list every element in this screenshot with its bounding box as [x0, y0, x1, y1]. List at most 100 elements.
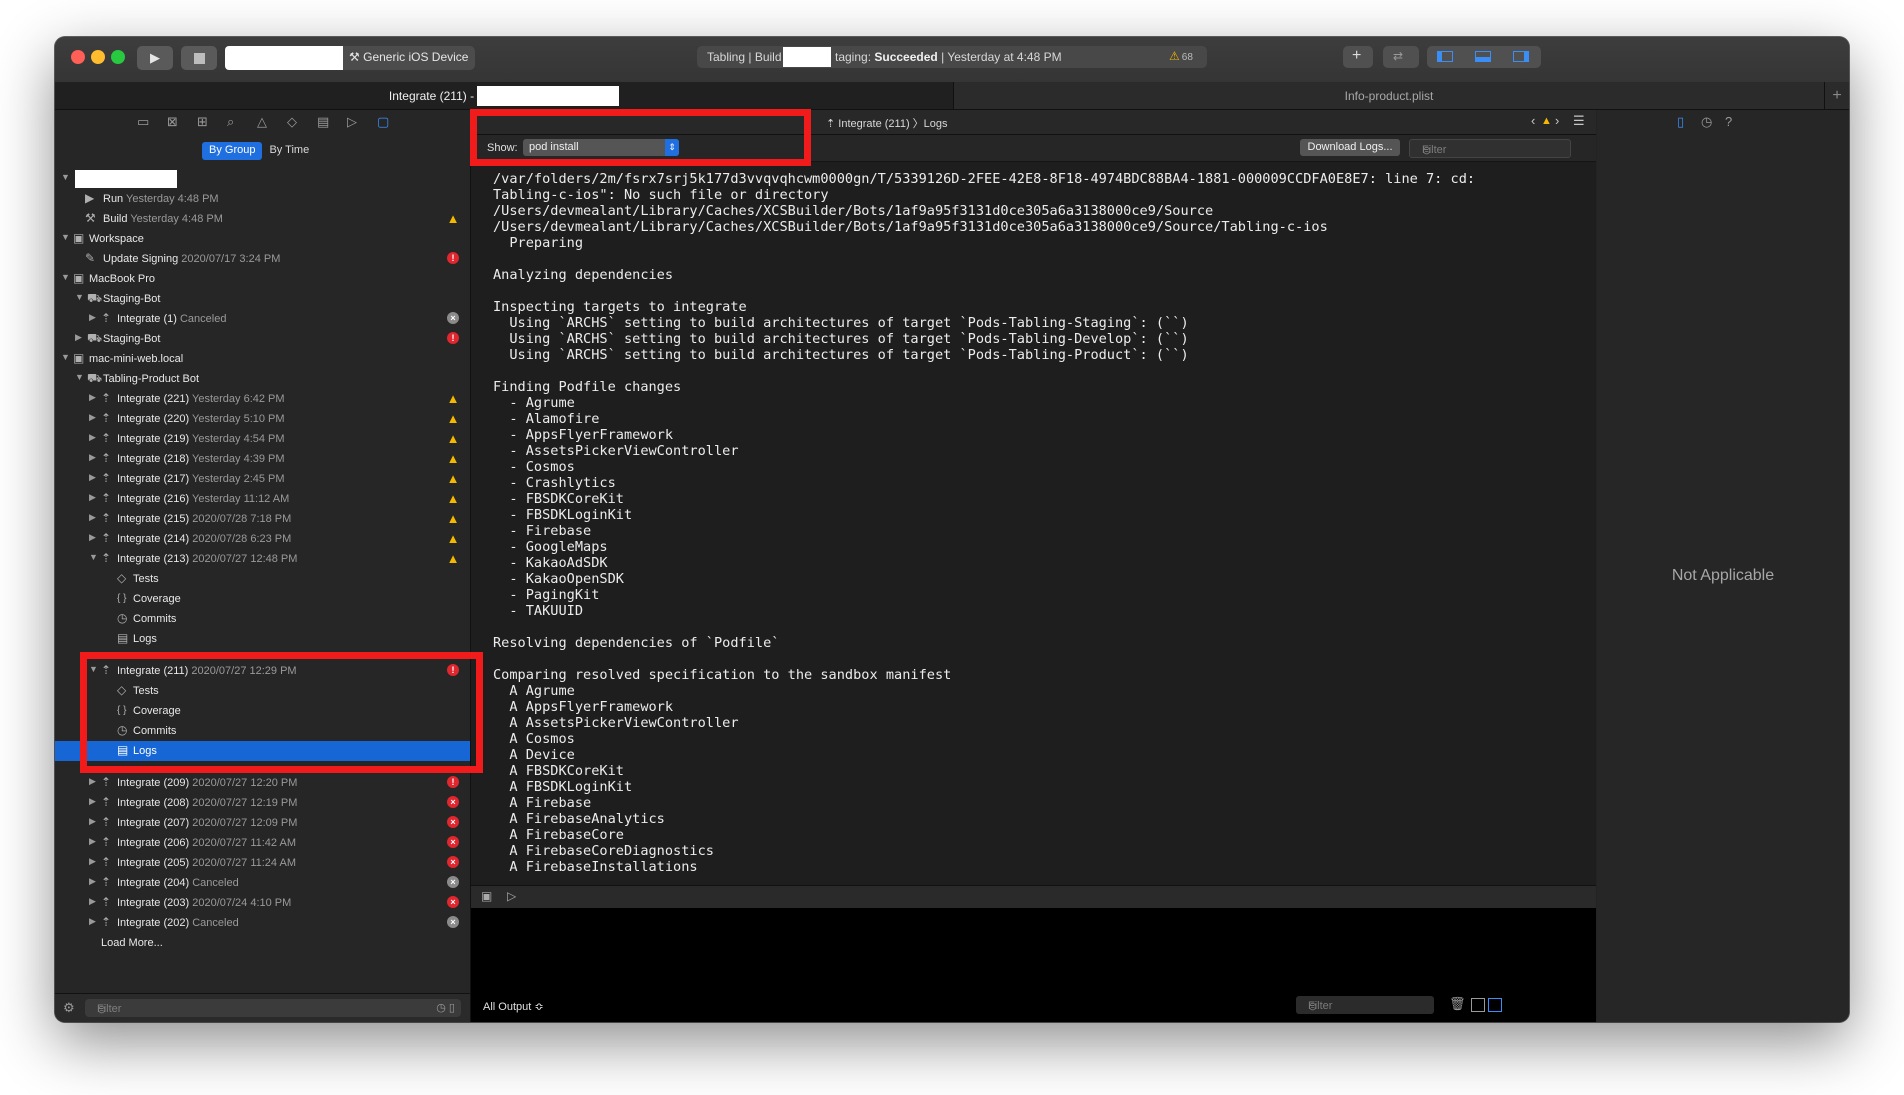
tree-item-integrate-215[interactable]: ▶ ⇡ Integrate (215) 2020/07/28 7:18 PM ▲ — [55, 509, 470, 529]
scheme-selector[interactable]: ⚒ Generic iOS Device — [225, 46, 475, 70]
run-button[interactable]: ▶ — [137, 46, 173, 70]
disclosure-closed-icon[interactable]: ▶ — [89, 392, 96, 403]
disclosure-open-icon[interactable]: ▼ — [61, 172, 70, 182]
chevron-right-icon[interactable]: › — [1555, 113, 1559, 128]
navigator-filter-input[interactable]: ⊜ Filter ◷ ▯ — [85, 999, 461, 1017]
breakpoints-toggle-icon[interactable]: ▷ — [507, 889, 516, 903]
recent-and-document-icons[interactable]: ◷ ▯ — [436, 1001, 455, 1014]
report-icon[interactable]: ▢ — [377, 114, 389, 130]
chevron-left-icon[interactable]: ‹ — [1531, 113, 1535, 128]
tree-item-logs[interactable]: ▤ Logs — [55, 629, 470, 649]
tree-item-update-signing[interactable]: ✎ Update Signing 2020/07/17 3:24 PM ! — [55, 249, 470, 269]
breadcrumb[interactable]: ⇡ Integrate (211) 〉Logs — [826, 115, 948, 131]
warning-icon[interactable]: ▲ — [1541, 115, 1552, 127]
tree-item-integrate-203[interactable]: ▶ ⇡ Integrate (203) 2020/07/24 4:10 PM × — [55, 893, 470, 913]
tab-integrate-211[interactable]: Integrate (211) - — [55, 82, 954, 109]
disclosure-open-icon[interactable]: ▼ — [61, 232, 70, 242]
tree-item-integrate-220[interactable]: ▶ ⇡ Integrate (220) Yesterday 5:10 PM ▲ — [55, 409, 470, 429]
tree-item-integrate-207[interactable]: ▶ ⇡ Integrate (207) 2020/07/27 12:09 PM … — [55, 813, 470, 833]
folder-icon[interactable]: ▭ — [137, 114, 149, 130]
disclosure-closed-icon[interactable]: ▶ — [89, 452, 96, 463]
symbol-icon[interactable]: ⊞ — [197, 114, 208, 130]
history-inspector-icon[interactable]: ◷ — [1701, 114, 1712, 130]
disclosure-closed-icon[interactable]: ▶ — [89, 856, 96, 867]
hide-debug-area-icon[interactable]: ▣ — [481, 889, 492, 903]
disclosure-closed-icon[interactable]: ▶ — [89, 776, 96, 787]
tree-item-integrate-209[interactable]: ▶ ⇡ Integrate (209) 2020/07/27 12:20 PM … — [55, 773, 470, 793]
navigator-toggle-icon[interactable] — [1437, 51, 1453, 62]
source-control-icon[interactable]: ⊠ — [167, 114, 178, 130]
disclosure-open-icon[interactable]: ▼ — [75, 292, 84, 302]
disclosure-closed-icon[interactable]: ▶ — [89, 796, 96, 807]
tree-item-integrate-206[interactable]: ▶ ⇡ Integrate (206) 2020/07/27 11:42 AM … — [55, 833, 470, 853]
tree-item-integrate-205[interactable]: ▶ ⇡ Integrate (205) 2020/07/27 11:24 AM … — [55, 853, 470, 873]
tree-item-coverage[interactable]: { } Coverage — [55, 589, 470, 609]
tree-item-integrate-217[interactable]: ▶ ⇡ Integrate (217) Yesterday 2:45 PM ▲ — [55, 469, 470, 489]
breakpoint-icon[interactable]: ▷ — [347, 114, 357, 130]
code-review-button[interactable]: ⇄ — [1383, 46, 1419, 68]
tree-group-tabling-product-bot[interactable]: ▼ ⛟ Tabling-Product Bot — [55, 369, 470, 389]
disclosure-closed-icon[interactable]: ▶ — [89, 512, 96, 523]
debug-area-toggle-icon[interactable] — [1475, 51, 1491, 62]
inspector-toggle-icon[interactable] — [1513, 51, 1529, 62]
console-filter-input[interactable]: ⊜ Filter — [1296, 996, 1434, 1014]
disclosure-closed-icon[interactable]: ▶ — [75, 332, 82, 343]
search-icon[interactable]: ⌕ — [227, 114, 234, 130]
add-tab-button[interactable]: + — [1824, 82, 1849, 109]
warning-count-badge[interactable]: ⚠ 68 — [1169, 49, 1193, 63]
disclosure-closed-icon[interactable]: ▶ — [89, 412, 96, 423]
tree-group-staging-bot[interactable]: ▼ ⛟ Staging-Bot — [55, 289, 470, 309]
editor-options-icon[interactable]: ☰ — [1573, 113, 1585, 129]
tree-item-integrate-221[interactable]: ▶ ⇡ Integrate (221) Yesterday 6:42 PM ▲ — [55, 389, 470, 409]
disclosure-closed-icon[interactable]: ▶ — [89, 312, 96, 323]
tree-item-run[interactable]: ▶ Run Yesterday 4:48 PM — [55, 189, 470, 209]
tree-item-commits[interactable]: ◷ Commits — [55, 609, 470, 629]
tree-item-integrate-218[interactable]: ▶ ⇡ Integrate (218) Yesterday 4:39 PM ▲ — [55, 449, 470, 469]
output-selector[interactable]: All Output ≎ — [483, 1000, 544, 1013]
tree-item-tests[interactable]: ◇ Tests — [55, 569, 470, 589]
disclosure-closed-icon[interactable]: ▶ — [89, 836, 96, 847]
tree-item-integrate-202[interactable]: ▶ ⇡ Integrate (202) Canceled × — [55, 913, 470, 933]
close-window-button[interactable] — [71, 50, 85, 64]
download-logs-button[interactable]: Download Logs... — [1300, 139, 1400, 156]
stop-button[interactable] — [181, 46, 217, 70]
tree-group-workspace[interactable]: ▼ ▣ Workspace — [55, 229, 470, 249]
segment-by-group[interactable]: By Group — [202, 142, 263, 160]
variables-view-toggle-icon[interactable] — [1471, 998, 1485, 1012]
disclosure-closed-icon[interactable]: ▶ — [89, 492, 96, 503]
tree-item-integrate-219[interactable]: ▶ ⇡ Integrate (219) Yesterday 4:54 PM ▲ — [55, 429, 470, 449]
library-button[interactable]: + — [1343, 46, 1373, 68]
segment-by-time[interactable]: By Time — [262, 142, 316, 160]
load-more-link[interactable]: Load More... — [55, 933, 470, 953]
disclosure-open-icon[interactable]: ▼ — [61, 272, 70, 282]
console-view-toggle-icon[interactable] — [1488, 998, 1502, 1012]
tree-item-integrate-208[interactable]: ▶ ⇡ Integrate (208) 2020/07/27 12:19 PM … — [55, 793, 470, 813]
tree-item-integrate-216[interactable]: ▶ ⇡ Integrate (216) Yesterday 11:12 AM ▲ — [55, 489, 470, 509]
tree-item-integrate-214[interactable]: ▶ ⇡ Integrate (214) 2020/07/28 6:23 PM ▲ — [55, 529, 470, 549]
test-icon[interactable]: ◇ — [287, 114, 297, 130]
help-inspector-icon[interactable]: ? — [1725, 114, 1732, 129]
zoom-window-button[interactable] — [111, 50, 125, 64]
tab-info-product-plist[interactable]: Info-product.plist — [953, 82, 1825, 109]
tree-item-integrate-1[interactable]: ▶ ⇡ Integrate (1) Canceled × — [55, 309, 470, 329]
issue-icon[interactable]: △ — [257, 114, 267, 130]
disclosure-closed-icon[interactable]: ▶ — [89, 816, 96, 827]
tree-group-staging-bot-2[interactable]: ▶ ⛟ Staging-Bot ! — [55, 329, 470, 349]
tree-item-integrate-204[interactable]: ▶ ⇡ Integrate (204) Canceled × — [55, 873, 470, 893]
gear-icon[interactable]: ⚙ — [63, 1000, 75, 1016]
tree-item-build[interactable]: ⚒ Build Yesterday 4:48 PM ▲ — [55, 209, 470, 229]
disclosure-open-icon[interactable]: ▼ — [61, 352, 70, 362]
tree-group-macbook-pro[interactable]: ▼ ▣ MacBook Pro — [55, 269, 470, 289]
disclosure-closed-icon[interactable]: ▶ — [89, 432, 96, 443]
log-filter-input[interactable]: ⊜ Filter — [1409, 139, 1571, 158]
debug-icon[interactable]: ▤ — [317, 114, 329, 130]
tree-group-redacted[interactable]: ▼ — [55, 169, 470, 189]
trash-icon[interactable]: 🗑 — [1449, 996, 1466, 1012]
tree-item-integrate-213[interactable]: ▼ ⇡ Integrate (213) 2020/07/27 12:48 PM … — [55, 549, 470, 569]
disclosure-open-icon[interactable]: ▼ — [89, 552, 98, 562]
disclosure-open-icon[interactable]: ▼ — [75, 372, 84, 382]
file-inspector-icon[interactable]: ▯ — [1677, 114, 1684, 130]
disclosure-closed-icon[interactable]: ▶ — [89, 532, 96, 543]
tree-group-mac-mini[interactable]: ▼ ▣ mac-mini-web.local — [55, 349, 470, 369]
minimize-window-button[interactable] — [91, 50, 105, 64]
